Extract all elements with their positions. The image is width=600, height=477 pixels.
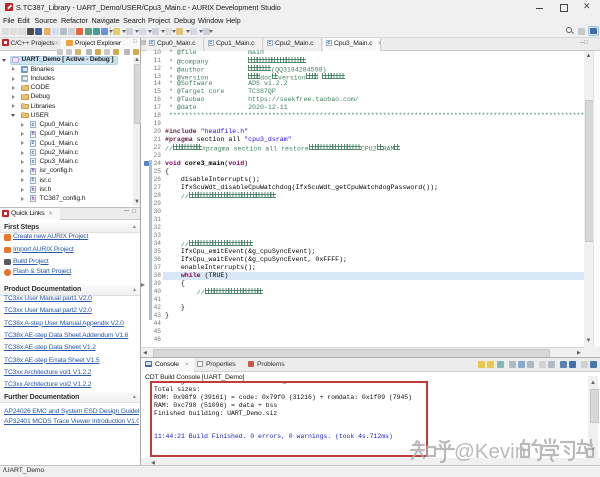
svg-text:@Kevin: @Kevin (454, 440, 526, 463)
